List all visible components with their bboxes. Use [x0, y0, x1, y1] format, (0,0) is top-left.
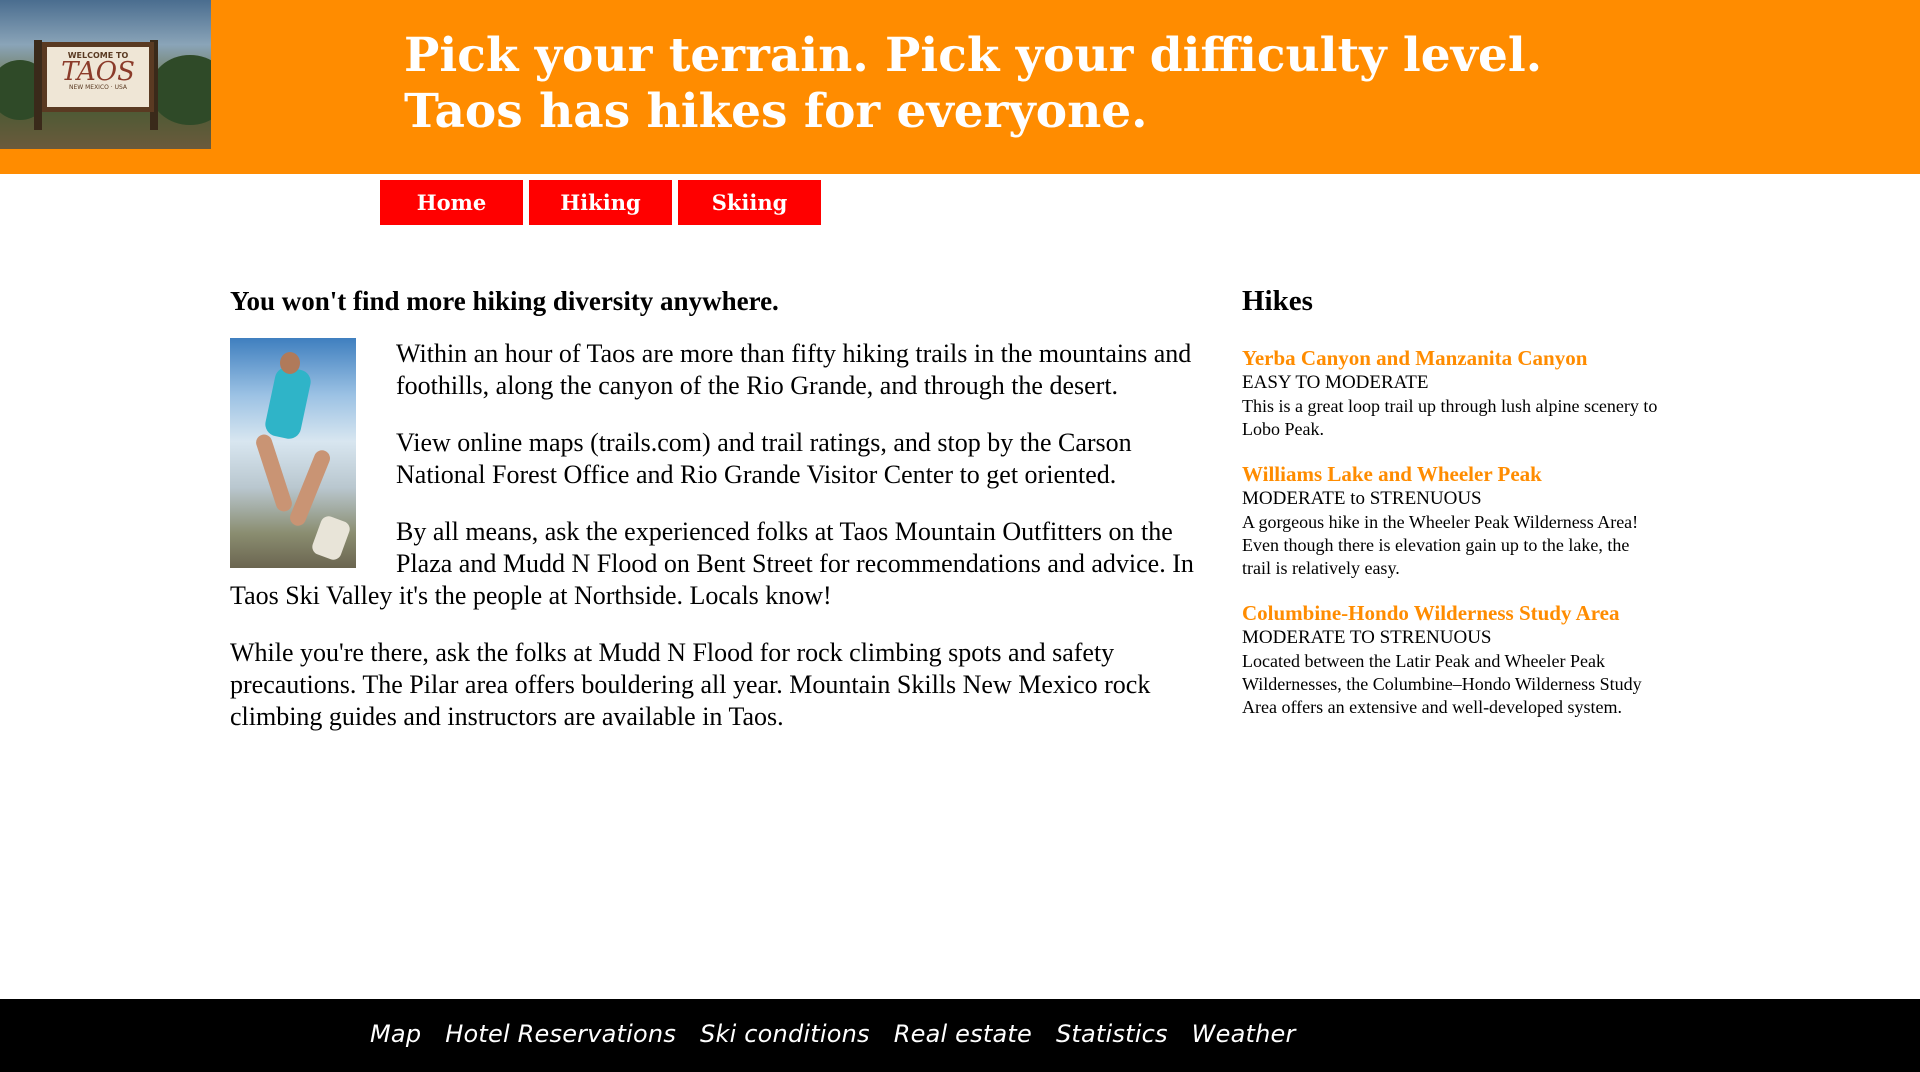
paragraph-1: Within an hour of Taos are more than fif…	[396, 339, 1192, 400]
main-content: You won't find more hiking diversity any…	[230, 282, 1195, 758]
hike-difficulty: MODERATE TO STRENUOUS	[1242, 627, 1492, 648]
hike-description: Located between the Latir Peak and Wheel…	[1242, 651, 1642, 717]
footer-link-ski-conditions[interactable]: Ski conditions	[700, 1016, 870, 1052]
welcome-sign: WELCOME TO TAOS NEW MEXICO · USA	[42, 42, 154, 112]
page-headline: Pick your terrain. Pick your difficulty …	[404, 28, 1704, 140]
nav-home-button[interactable]: Home	[380, 180, 523, 225]
footer-link-map[interactable]: Map	[370, 1016, 421, 1052]
hike-item: Columbine-Hondo Wilderness Study Area MO…	[1242, 601, 1662, 719]
hiker-leg	[254, 432, 294, 514]
paragraph-4: While you're there, ask the folks at Mud…	[230, 638, 1151, 731]
nav-hiking-button[interactable]: Hiking	[529, 180, 672, 225]
hiker-body	[263, 365, 313, 441]
hike-item: Williams Lake and Wheeler Peak MODERATE …	[1242, 462, 1662, 580]
sidebar-title: Hikes	[1242, 285, 1313, 317]
headline-line-2: Taos has hikes for everyone.	[404, 84, 1148, 139]
site-header: WELCOME TO TAOS NEW MEXICO · USA Pick yo…	[0, 0, 1920, 174]
hiker-head	[280, 352, 300, 374]
main-nav: Home Hiking Skiing	[380, 180, 821, 225]
footer-link-statistics[interactable]: Statistics	[1056, 1016, 1168, 1052]
hike-description: A gorgeous hike in the Wheeler Peak Wild…	[1242, 512, 1639, 578]
hike-link-yerba-canyon[interactable]: Yerba Canyon and Manzanita Canyon	[1242, 346, 1662, 371]
taos-welcome-sign-logo: WELCOME TO TAOS NEW MEXICO · USA	[0, 0, 211, 149]
tree-decoration	[150, 55, 211, 125]
main-heading: You won't find more hiking diversity any…	[230, 286, 779, 316]
hikes-sidebar: Hikes Yerba Canyon and Manzanita Canyon …	[1242, 282, 1662, 740]
hiker-photo	[230, 338, 356, 568]
headline-line-1: Pick your terrain. Pick your difficulty …	[404, 28, 1543, 83]
hike-link-columbine-hondo[interactable]: Columbine-Hondo Wilderness Study Area	[1242, 601, 1662, 626]
hiker-shoe	[310, 514, 352, 562]
sign-name-text: TAOS	[61, 57, 135, 87]
hike-difficulty: EASY TO MODERATE	[1242, 372, 1429, 393]
footer-links: Map Hotel Reservations Ski conditions Re…	[370, 1016, 1296, 1052]
footer-link-weather[interactable]: Weather	[1192, 1016, 1296, 1052]
site-footer: Map Hotel Reservations Ski conditions Re…	[0, 999, 1920, 1072]
hike-item: Yerba Canyon and Manzanita Canyon EASY T…	[1242, 346, 1662, 441]
nav-skiing-button[interactable]: Skiing	[678, 180, 821, 225]
hike-link-williams-lake[interactable]: Williams Lake and Wheeler Peak	[1242, 462, 1662, 487]
paragraph-2: View online maps (trails.com) and trail …	[396, 428, 1132, 489]
paragraph-3: By all means, ask the experienced folks …	[230, 517, 1194, 610]
hike-difficulty: MODERATE to STRENUOUS	[1242, 488, 1482, 509]
sign-post	[34, 40, 42, 130]
hike-description: This is a great loop trail up through lu…	[1242, 396, 1658, 439]
footer-link-hotel-reservations[interactable]: Hotel Reservations	[445, 1016, 676, 1052]
footer-link-real-estate[interactable]: Real estate	[894, 1016, 1032, 1052]
